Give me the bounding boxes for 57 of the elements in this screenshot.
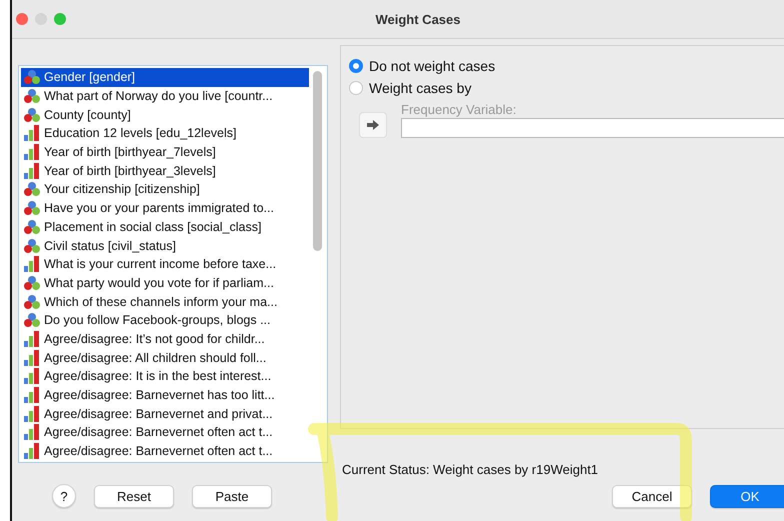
variable-item[interactable]: Year of birth [birthyear_3levels] [21,161,309,180]
variable-item[interactable]: Agree/disagree: It is in the best interest... [21,367,309,386]
nominal-variable-icon [23,200,41,216]
radio-option[interactable]: Weight cases by [349,80,784,96]
nominal-variable-icon [23,294,41,310]
nominal-variable-icon [23,312,41,328]
move-arrow-button[interactable] [359,112,387,138]
ordinal-variable-icon [23,443,41,460]
dialog-button[interactable]: Paste [192,484,272,508]
variable-item[interactable]: Education 12 levels [edu_12levels] [21,124,309,143]
ordinal-variable-icon [23,162,41,179]
nominal-variable-icon [23,88,41,104]
scrollbar-thumb[interactable] [313,71,322,251]
ordinal-variable-icon [23,406,41,422]
dialog-button[interactable]: Reset [94,484,174,508]
close-button[interactable] [16,13,28,25]
variable-item[interactable]: Do you follow Facebook-groups, blogs ... [21,310,309,330]
ordinal-variable-icon [23,125,41,142]
variable-item[interactable]: Agree/disagree: Barnevernet and privat... [21,404,309,424]
variable-item[interactable]: Agree/disagree: It’s not good for childr... [21,330,309,348]
nominal-variable-icon [23,238,41,254]
variable-item[interactable]: Have you or your parents immigrated to... [21,198,309,218]
ordinal-variable-icon [23,330,41,347]
ordinal-variable-icon [23,144,41,160]
variable-item[interactable]: Placement in social class [social_class] [21,218,309,236]
variable-item[interactable]: Civil status [civil_status] [21,236,309,255]
variable-item[interactable]: Agree/disagree: Barnevernet often act t... [21,423,309,442]
ordinal-variable-icon [23,256,41,272]
window-title: Weight Cases [374,12,460,26]
arrow-icon [366,119,380,131]
ordinal-variable-icon [23,424,41,440]
ok-button[interactable]: OK [710,484,784,508]
zoom-button[interactable] [54,13,66,25]
variable-item[interactable]: Gender [gender] [21,68,309,87]
variable-item[interactable]: Agree/disagree: Barnevernet has too litt... [21,386,309,404]
dialog-button[interactable]: Cancel [612,484,692,508]
ordinal-variable-icon [23,387,41,404]
nominal-variable-icon [23,181,41,198]
nominal-variable-icon [23,69,41,86]
field-label: Frequency Variable: [401,102,518,117]
variable-item[interactable]: Your citizenship [citizenship] [21,180,309,199]
ordinal-variable-icon [23,350,41,366]
help-button[interactable]: ? [52,484,76,508]
nominal-variable-icon [23,106,41,123]
variable-item[interactable]: What is your current income before taxe... [21,254,309,274]
variable-item[interactable]: What party would you vote for if parliam... [21,274,309,292]
variable-item[interactable]: Which of these channels inform your ma... [21,292,309,311]
nominal-variable-icon [23,218,41,235]
variable-item[interactable]: County [county] [21,105,309,124]
variable-item[interactable]: Agree/disagree: All children should foll... [21,348,309,367]
variable-item[interactable]: What part of Norway do you live [countr... [21,86,309,106]
ordinal-variable-icon [23,368,41,384]
status-text: Current Status: Weight cases by r19Weight1 [341,461,600,477]
radio-option[interactable]: Do not weight cases [349,58,784,74]
variable-item[interactable]: Agree/disagree: Barnevernet often act t... [21,442,309,460]
variable-item[interactable]: Year of birth [birthyear_7levels] [21,142,309,162]
nominal-variable-icon [23,274,41,291]
